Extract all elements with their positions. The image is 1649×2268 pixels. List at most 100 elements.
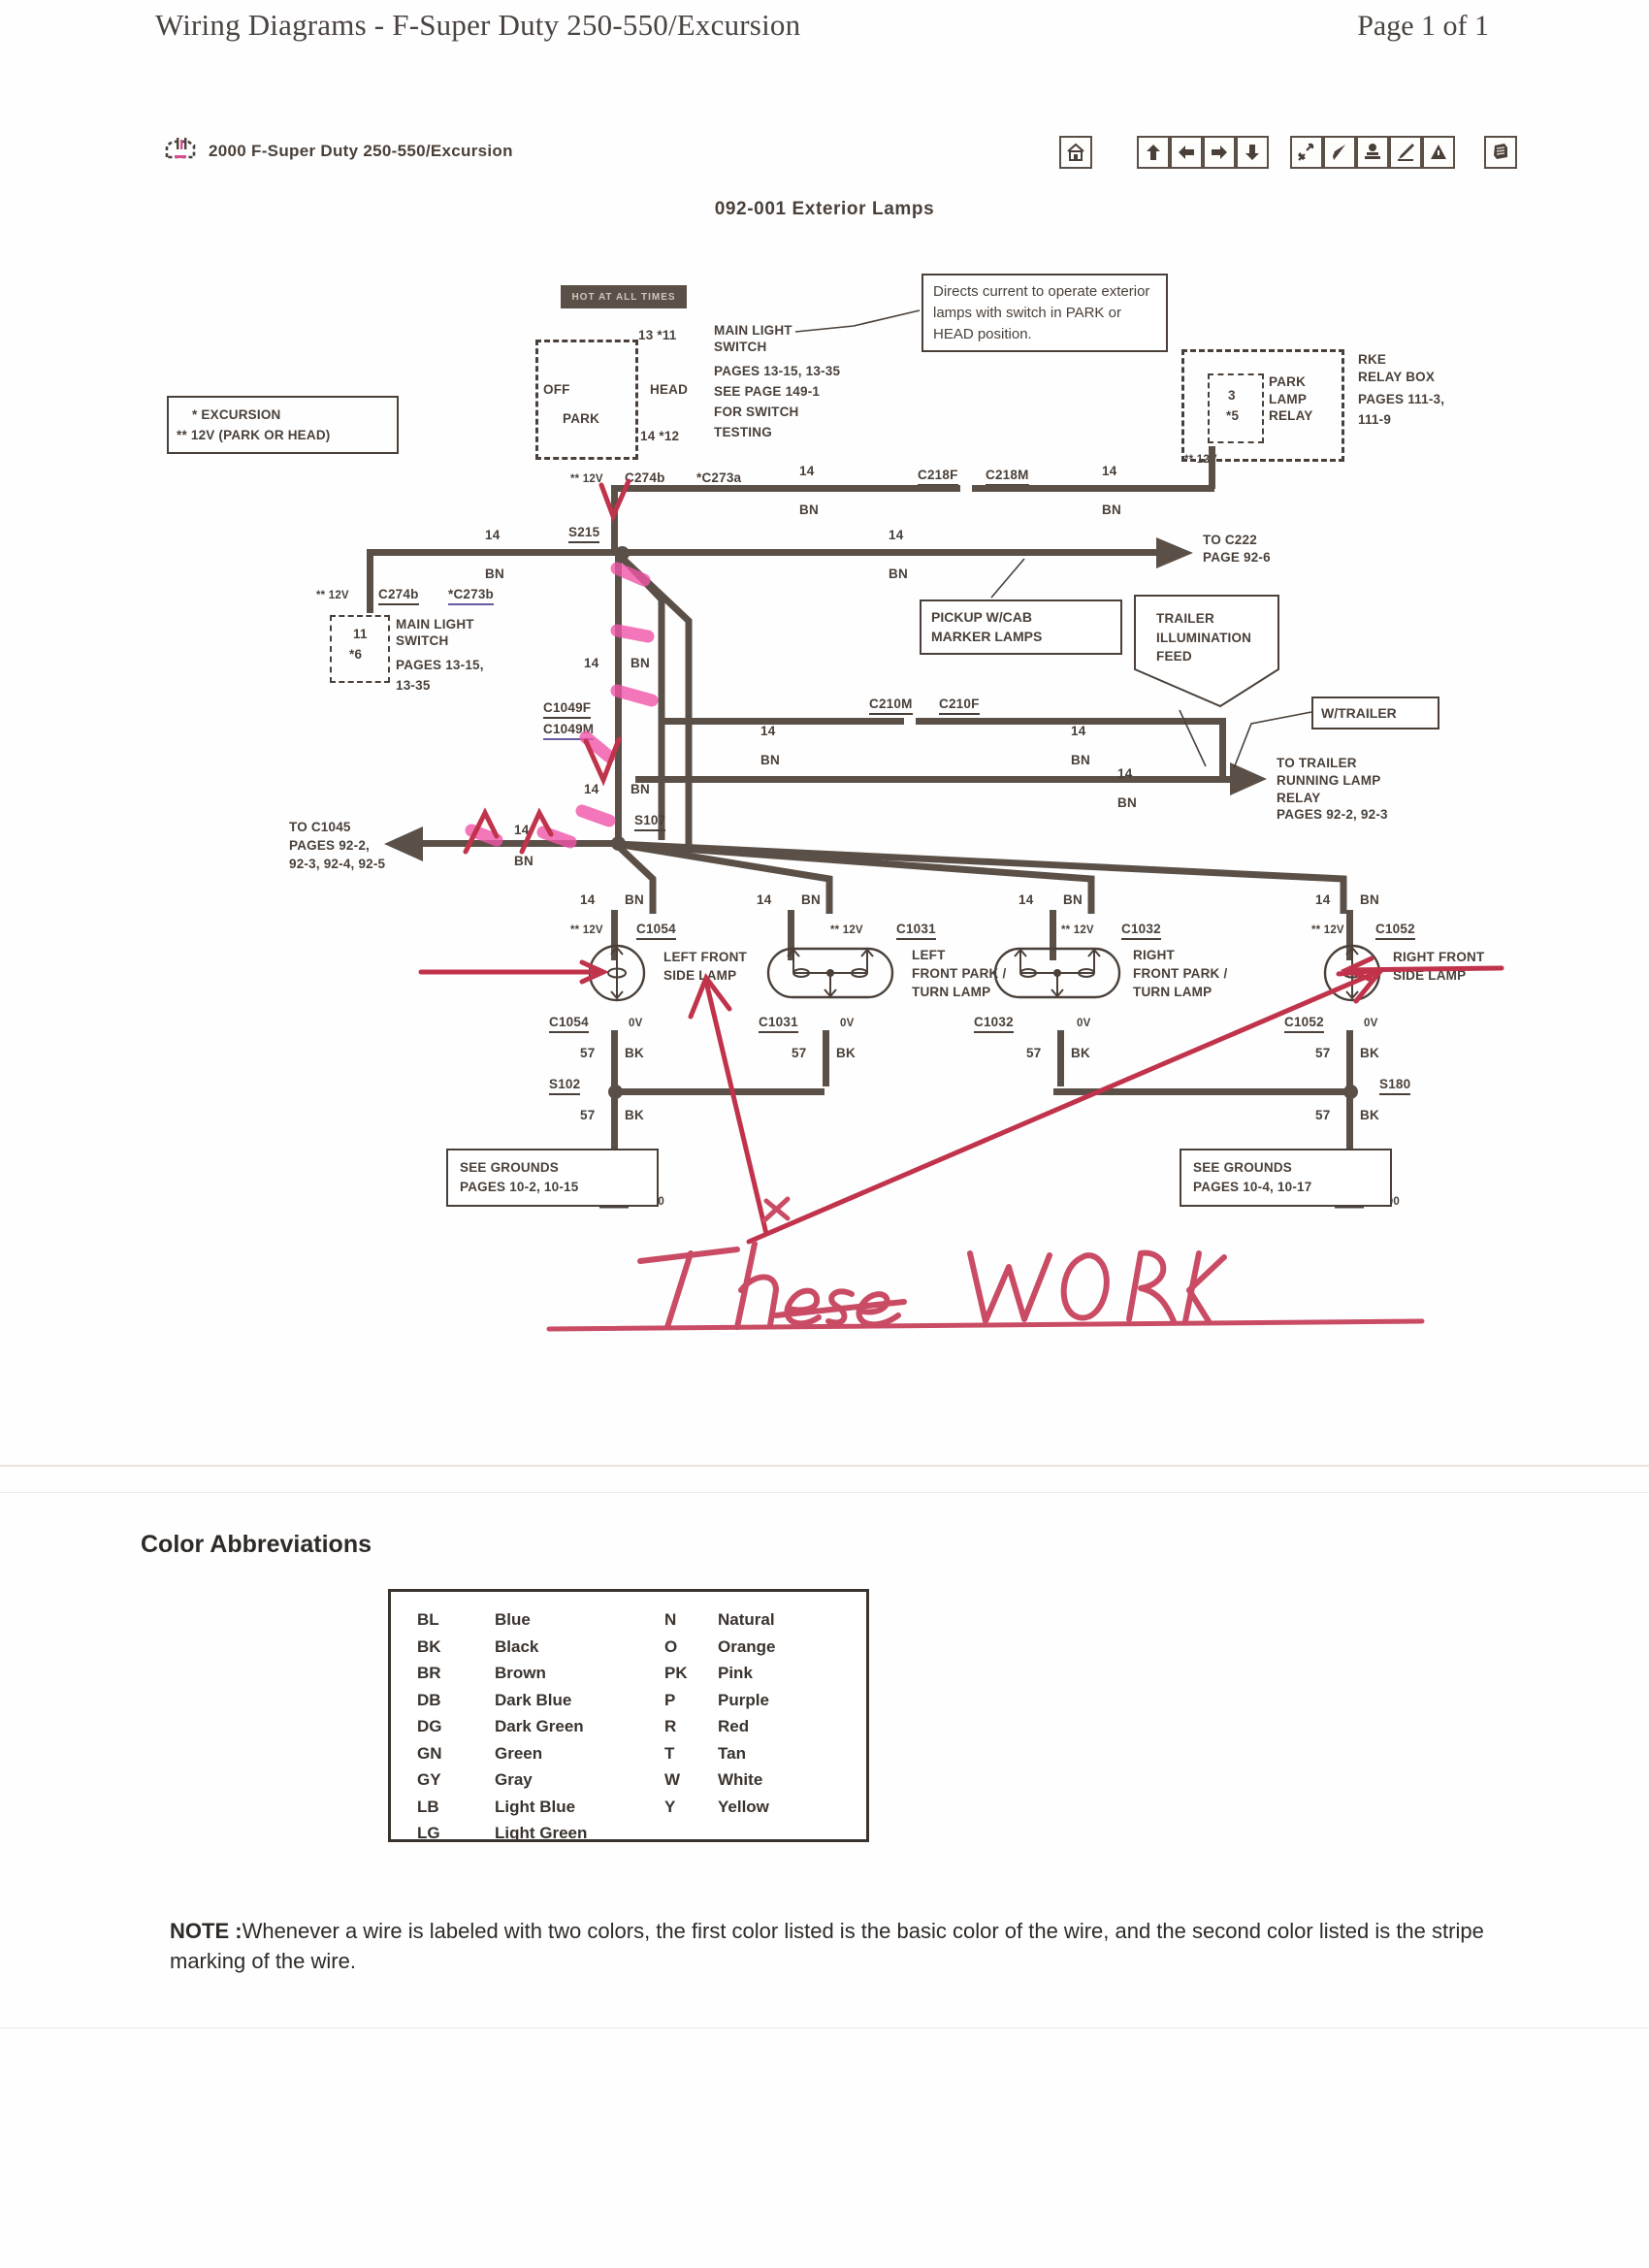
gauge-14: 14 <box>1315 892 1331 907</box>
scan-seam <box>0 1492 1649 1493</box>
lamp2-0v: 0V <box>840 1018 855 1029</box>
legend-code: DG <box>417 1717 442 1736</box>
left-front-park-turn-lamp-symbol <box>766 947 894 999</box>
wire-segment <box>611 485 618 551</box>
switch-pin-bottom: 14 *12 <box>640 429 680 443</box>
connector-c210f: C210F <box>939 697 980 716</box>
gauge-57: 57 <box>580 1108 596 1122</box>
wire-segment <box>1209 446 1215 489</box>
wire-segment <box>367 549 373 613</box>
gauge-14: 14 <box>1018 892 1034 907</box>
connector-c218f: C218F <box>918 468 958 487</box>
gauge-57: 57 <box>792 1046 807 1060</box>
splice-s215-label: S215 <box>568 525 600 544</box>
switch-park-label: PARK <box>563 411 600 426</box>
legend-code: R <box>664 1717 677 1736</box>
mls-top-line-0: PAGES 13-15, 13-35 <box>714 364 841 378</box>
wire-segment <box>662 718 904 725</box>
wire-segment <box>367 549 619 556</box>
wire-segment <box>417 840 617 847</box>
callout-directs-current: Directs current to operate exterior lamp… <box>922 274 1168 353</box>
legend-name: Green <box>495 1743 543 1763</box>
wire-segment <box>823 1030 829 1086</box>
scan-seam <box>0 2027 1649 2028</box>
wire-segment <box>611 485 960 492</box>
relay-pin-5: *5 <box>1226 408 1240 423</box>
color-bn: BN <box>760 753 780 767</box>
legend-code: BK <box>417 1636 441 1656</box>
color-bn: BN <box>801 892 821 907</box>
legend-name: Brown <box>495 1664 546 1683</box>
color-bn: BN <box>1063 892 1083 907</box>
lamp-feed-fanout <box>613 840 1347 914</box>
color-bk: BK <box>836 1046 856 1060</box>
color-bn: BN <box>485 567 504 581</box>
lamp1-name: LEFT FRONT SIDE LAMP <box>663 950 747 983</box>
gauge-14: 14 <box>1117 766 1133 781</box>
legend-name: Black <box>495 1636 539 1656</box>
color-abbreviations-grid: BL Blue N Natural BK Black O Orange BR B… <box>417 1606 844 1847</box>
gauge-14: 14 <box>1071 724 1086 738</box>
lamp2-12v: ** 12V <box>830 924 863 936</box>
legend-name: White <box>718 1770 763 1790</box>
dest-to-c1045: TO C1045 PAGES 92-2, 92-3, 92-4, 92-5 <box>289 820 386 871</box>
lamp1-connector-top: C1054 <box>636 922 676 941</box>
excursion-note-box <box>167 396 399 454</box>
legend-code: T <box>664 1743 675 1763</box>
legend-name: Dark Green <box>495 1717 584 1736</box>
lamp4-0v: 0V <box>1364 1018 1378 1029</box>
dest-to-trailer-relay: TO TRAILER RUNNING LAMP RELAY PAGES 92-2… <box>1277 756 1388 823</box>
color-bn: BN <box>1360 892 1379 907</box>
arrow-to-c1045 <box>384 826 423 861</box>
note-body: Whenever a wire is labeled with two colo… <box>170 1919 1484 1974</box>
legend-code: GN <box>417 1743 442 1763</box>
lamp2-connector-top: C1031 <box>896 922 936 941</box>
lamp3-name: RIGHT FRONT PARK / TURN LAMP <box>1133 948 1228 999</box>
main-light-switch-top-module <box>535 340 638 460</box>
lamp1-12v: ** 12V <box>570 924 603 936</box>
legend-name: Light Blue <box>495 1797 576 1816</box>
legend-code: DB <box>417 1690 441 1709</box>
lamp3-0v: 0V <box>1077 1018 1091 1029</box>
wire-segment <box>972 485 1214 492</box>
splice-s180-label: S180 <box>1379 1077 1411 1096</box>
lamp3-12v: ** 12V <box>1061 924 1094 936</box>
ground-bus-left <box>619 1088 824 1095</box>
mls-top-line-2: FOR SWITCH <box>714 405 799 419</box>
legend-code: GY <box>417 1770 441 1790</box>
legend-name: Gray <box>495 1770 533 1790</box>
color-bn: BN <box>1117 795 1137 810</box>
note-paragraph: NOTE :Whenever a wire is labeled with tw… <box>170 1916 1557 1976</box>
arrow-to-c222 <box>1156 537 1193 568</box>
legend-name: Orange <box>718 1636 776 1656</box>
wire-segment <box>611 1092 618 1150</box>
see-grounds-text-right: SEE GROUNDS PAGES 10-4, 10-17 <box>1193 1160 1312 1194</box>
legend-name: Natural <box>718 1610 775 1629</box>
wire-segment <box>611 1030 618 1086</box>
park-lamp-relay-label: PARK LAMP RELAY <box>1269 374 1313 424</box>
splice-s107-label: S107 <box>634 813 666 832</box>
main-light-switch-left-title: MAIN LIGHT SWITCH <box>396 617 474 648</box>
connector-c273b-left: *C273b <box>448 587 494 606</box>
splice-s102-label: S102 <box>549 1077 581 1096</box>
rke-relay-box-title: RKE RELAY BOX <box>1358 352 1436 384</box>
connector-c210m: C210M <box>869 697 913 716</box>
gauge-14: 14 <box>584 782 599 796</box>
gauge-14: 14 <box>1102 464 1117 478</box>
wire-segment <box>1346 1092 1353 1150</box>
top-12v-label: ** 12V <box>570 473 603 485</box>
lamp4-connector-top: C1052 <box>1375 922 1415 941</box>
gauge-14: 14 <box>889 528 904 542</box>
legend-code: LG <box>417 1824 440 1843</box>
legend-name: Pink <box>718 1664 753 1683</box>
gauge-14: 14 <box>485 528 501 542</box>
connector-c1049m: C1049M <box>543 722 595 741</box>
right-front-side-lamp-symbol <box>1323 944 1381 1002</box>
color-bn: BN <box>1102 502 1121 517</box>
legend-code: N <box>664 1610 677 1629</box>
color-bn: BN <box>625 892 644 907</box>
color-bk: BK <box>1071 1046 1090 1060</box>
legend-code: BL <box>417 1610 439 1629</box>
gauge-14: 14 <box>514 823 530 837</box>
connector-c274b-left: C274b <box>378 587 419 606</box>
